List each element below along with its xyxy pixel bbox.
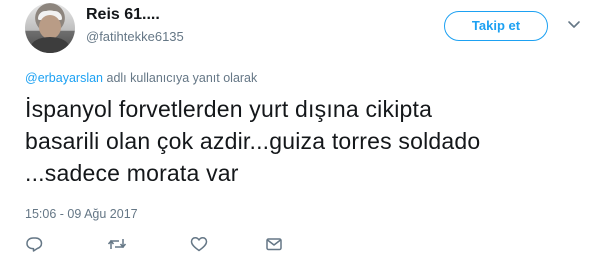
reply-icon[interactable] xyxy=(25,236,45,254)
reply-context: @erbayarslan adlı kullanıcıya yanıt olar… xyxy=(25,71,257,85)
avatar-face xyxy=(39,15,61,39)
reply-context-text: adlı kullanıcıya yanıt olarak xyxy=(103,71,258,85)
reply-mention-link[interactable]: @erbayarslan xyxy=(25,71,103,85)
tweet-text: İspanyol forvetlerden yurt dışına cikipt… xyxy=(25,96,481,186)
retweet-icon[interactable] xyxy=(107,236,127,254)
tweet-actions xyxy=(25,236,305,256)
user-handle[interactable]: @fatihtekke6135 xyxy=(86,29,184,44)
chevron-down-icon[interactable] xyxy=(566,18,582,30)
tweet-timestamp[interactable]: 15:06 - 09 Ağu 2017 xyxy=(25,207,138,221)
user-display-name[interactable]: Reis 61.... xyxy=(86,6,160,24)
message-icon[interactable] xyxy=(265,236,285,254)
follow-button[interactable]: Takip et xyxy=(444,11,548,41)
avatar[interactable] xyxy=(25,3,75,53)
like-icon[interactable] xyxy=(190,236,210,254)
avatar-body xyxy=(31,37,69,53)
